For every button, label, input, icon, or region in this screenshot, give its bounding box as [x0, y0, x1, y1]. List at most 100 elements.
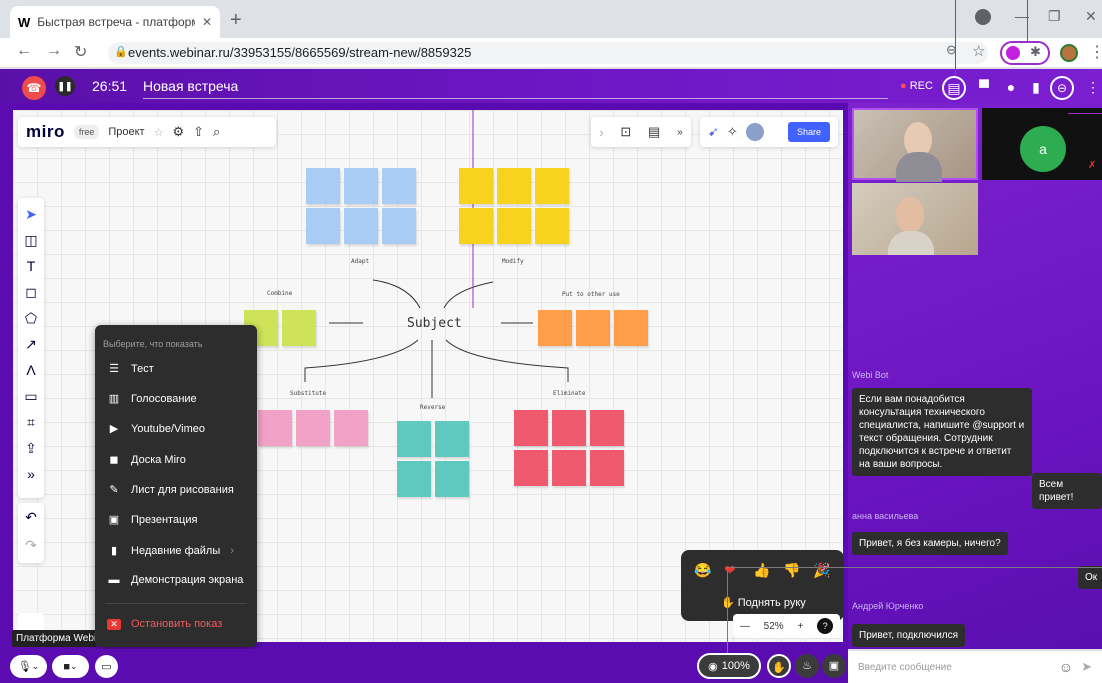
chat-message: Привет, я без камеры, ничего? — [852, 532, 1008, 555]
close-window-icon[interactable]: ✕ — [1085, 8, 1097, 25]
files-icon[interactable]: ▮ — [1025, 76, 1047, 98]
zoom-in-icon[interactable]: + — [797, 621, 803, 632]
sticky-note[interactable] — [306, 168, 340, 204]
chevron-down-icon: ⌄ — [31, 661, 40, 671]
sticky-note[interactable] — [538, 310, 572, 346]
pause-button[interactable]: ❚❚ — [55, 76, 75, 96]
help-icon[interactable]: ? — [817, 618, 834, 634]
sticky-note[interactable] — [459, 208, 493, 244]
lock-icon[interactable]: 🔒 — [114, 45, 128, 58]
link-icon[interactable]: ⊖ — [1050, 76, 1074, 100]
camera-button[interactable]: ■ ⌄ — [52, 655, 89, 678]
connector-eliminate — [445, 339, 569, 382]
forward-icon[interactable]: → — [46, 42, 62, 60]
meeting-title[interactable]: Новая встреча — [143, 78, 238, 94]
sticky-note[interactable] — [497, 168, 531, 204]
sticky-note[interactable] — [590, 410, 624, 446]
sticky-note[interactable] — [576, 310, 610, 346]
send-icon[interactable]: ➤ — [1081, 659, 1092, 675]
browser-tab[interactable]: W Быстрая встреча - платформа W ✕ — [10, 6, 220, 38]
mindmap-center[interactable]: Subject — [407, 316, 462, 331]
sticky-note[interactable] — [535, 208, 569, 244]
sticky-note[interactable] — [535, 168, 569, 204]
menu-item-miro[interactable]: ◼ Доска Miro — [107, 453, 185, 467]
fire-reaction-button[interactable]: ♨ — [795, 654, 819, 678]
raise-hand-toggle[interactable]: ✋ — [767, 654, 791, 678]
sticky-note[interactable] — [435, 421, 469, 457]
sticky-note[interactable] — [382, 208, 416, 244]
pip-button[interactable]: ▣ — [822, 654, 846, 678]
url-text[interactable]: events.webinar.ru/33953155/8665569/strea… — [128, 45, 471, 60]
sticky-note[interactable] — [614, 310, 648, 346]
more-options-icon[interactable]: ⋮ — [1082, 76, 1102, 98]
camera-icon: ■ — [63, 660, 71, 673]
thumbs-down-icon[interactable]: 👎 — [783, 562, 800, 579]
extension-icon[interactable] — [1006, 46, 1020, 60]
emoji-icon[interactable]: ☺ — [1059, 659, 1073, 675]
zoom-out-icon[interactable]: — — [740, 621, 750, 632]
sticky-note[interactable] — [397, 461, 431, 497]
sticky-note[interactable] — [306, 208, 340, 244]
menu-item-test[interactable]: ☰ Тест — [107, 362, 154, 376]
menu-item-whiteboard[interactable]: ✎ Лист для рисования — [107, 483, 233, 497]
sticky-note[interactable] — [382, 168, 416, 204]
sticky-note[interactable] — [435, 461, 469, 497]
menu-item-poll[interactable]: ▥ Голосование — [107, 392, 197, 406]
sticky-note[interactable] — [344, 208, 378, 244]
share-screen-button[interactable]: ▭ — [95, 655, 118, 678]
viewers-counter[interactable]: ◉ 100% — [697, 653, 761, 679]
menu-item-presentation[interactable]: ▣ Презентация — [107, 513, 198, 527]
sticky-note[interactable] — [497, 208, 531, 244]
sticky-note[interactable] — [282, 310, 316, 346]
menu-item-youtube[interactable]: ▶ Youtube/Vimeo — [107, 422, 205, 436]
sticky-note[interactable] — [296, 410, 330, 446]
rec-label: REC — [909, 80, 933, 92]
zoom-level: 52% — [763, 620, 784, 632]
chat-input[interactable]: Введите сообщение — [858, 662, 1051, 673]
chat-icon[interactable]: ▀ — [973, 76, 995, 98]
restore-icon[interactable]: ❐ — [1048, 8, 1061, 25]
menu-item-screen-share[interactable]: ▬ Демонстрация экрана — [107, 574, 244, 586]
laugh-emoji-icon[interactable]: 😂 — [694, 562, 711, 579]
meeting-timer: 26:51 — [92, 78, 128, 94]
browser-menu-icon[interactable]: ⋮ — [1089, 42, 1102, 62]
chat-author: Андрей Юрченко — [852, 601, 924, 611]
participant-video-3[interactable] — [852, 183, 978, 255]
share-content-menu: Выберите, что показать ☰ Тест ▥ Голосовани… — [95, 325, 257, 647]
sticky-note[interactable] — [514, 450, 548, 486]
menu-item-recent-files[interactable]: ▮ Недавние файлы › — [107, 544, 234, 558]
label-eliminate: Eliminate — [553, 390, 586, 397]
sticky-note[interactable] — [334, 410, 368, 446]
bookmark-star-icon[interactable]: ☆ — [972, 42, 985, 60]
sticky-note[interactable] — [344, 168, 378, 204]
sticky-note[interactable] — [552, 410, 586, 446]
participants-icon[interactable]: ● — [1000, 76, 1022, 98]
menu-item-stop[interactable]: ✕ Остановить показ — [107, 618, 222, 630]
notes-icon[interactable]: ▤ — [942, 76, 966, 100]
sticky-note[interactable] — [459, 168, 493, 204]
heart-emoji-icon[interactable]: ❤ — [724, 562, 736, 579]
rec-dot-icon: ● — [900, 80, 907, 92]
participant-body — [888, 231, 934, 255]
stop-icon: ✕ — [107, 618, 121, 630]
sticky-note[interactable] — [258, 410, 292, 446]
thumbs-up-icon[interactable]: 👍 — [753, 562, 770, 579]
party-emoji-icon[interactable]: 🎉 — [813, 562, 830, 579]
new-tab-icon[interactable]: + — [230, 9, 242, 32]
profile-avatar[interactable] — [1060, 44, 1078, 62]
back-icon[interactable]: ← — [16, 42, 32, 60]
microphone-button[interactable]: 🎙 ⌄ — [10, 655, 47, 678]
sticky-note[interactable] — [590, 450, 624, 486]
reload-icon[interactable]: ↻ — [74, 42, 87, 62]
raise-hand-button[interactable]: ✋ Поднять руку — [721, 596, 806, 609]
tab-close-icon[interactable]: ✕ — [202, 15, 212, 29]
profile-menu-icon[interactable] — [975, 9, 991, 25]
sticky-note[interactable] — [552, 450, 586, 486]
end-call-button[interactable]: ☎ — [22, 76, 46, 100]
chevron-right-icon: › — [230, 544, 234, 557]
sticky-note[interactable] — [514, 410, 548, 446]
participant-video-1[interactable] — [852, 108, 978, 182]
sticky-note[interactable] — [397, 421, 431, 457]
puzzle-icon[interactable]: ✱ — [1030, 44, 1041, 60]
rec-indicator[interactable]: ● REC — [900, 80, 933, 92]
